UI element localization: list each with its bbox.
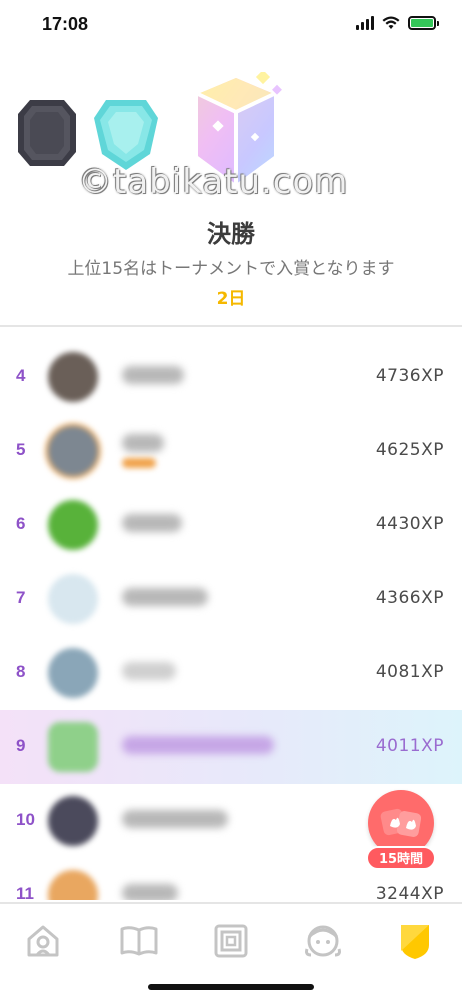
ranking-row[interactable]: 4 4736XP <box>0 340 462 414</box>
obsidian-league-badge-icon <box>18 100 76 166</box>
rank-number: 11 <box>16 884 34 900</box>
rank-number: 4 <box>16 366 26 385</box>
watermark-text: ©tabikatu.com <box>78 162 349 202</box>
user-avatar[interactable] <box>48 870 98 900</box>
ranking-row[interactable]: 8 4081XP <box>0 636 462 710</box>
nav-item-stories[interactable] <box>208 918 254 964</box>
user-streak-blurred <box>122 458 156 468</box>
league-title: 決勝 <box>207 220 255 248</box>
user-avatar[interactable] <box>48 574 98 624</box>
character-icon <box>305 925 341 957</box>
user-xp: 4011XP <box>375 736 444 756</box>
stories-icon <box>214 924 248 958</box>
user-xp: 4736XP <box>375 366 444 386</box>
nav-item-leagues[interactable] <box>392 918 438 964</box>
user-name-blurred <box>122 366 184 384</box>
home-indicator <box>148 984 314 990</box>
status-bar: 17:08 <box>0 0 462 50</box>
rank-number: 9 <box>16 736 26 755</box>
league-header: ©tabikatu.com 決勝 上位15名はトーナメントで入賞となります 2日 <box>0 50 462 326</box>
user-avatar[interactable] <box>48 796 98 846</box>
user-avatar[interactable] <box>48 648 98 698</box>
ranking-row[interactable]: 6 4430XP <box>0 488 462 562</box>
home-icon <box>27 925 59 957</box>
rank-number: 6 <box>16 514 26 533</box>
user-xp: 4625XP <box>375 440 444 460</box>
user-xp: 4430XP <box>375 514 444 534</box>
user-avatar[interactable] <box>48 500 98 550</box>
chest-timer-button[interactable]: 15時間 <box>366 790 436 880</box>
league-shield-icon <box>401 925 429 959</box>
rank-number: 5 <box>16 440 26 459</box>
user-name-blurred <box>122 884 178 900</box>
rank-number: 7 <box>16 588 26 607</box>
user-name-blurred <box>122 810 228 828</box>
header-divider <box>0 325 462 327</box>
nav-item-lessons[interactable] <box>116 918 162 964</box>
user-name-blurred <box>122 736 274 754</box>
ranking-row[interactable]: 5 4625XP <box>0 414 462 488</box>
user-xp: 4366XP <box>375 588 444 608</box>
book-icon <box>120 926 158 956</box>
user-name-blurred <box>122 514 182 532</box>
user-name-blurred <box>122 588 208 606</box>
user-xp: 4081XP <box>375 662 444 682</box>
timer-label: 15時間 <box>366 846 436 870</box>
ranking-row[interactable]: 7 4366XP <box>0 562 462 636</box>
status-time: 17:08 <box>42 14 89 34</box>
user-avatar[interactable] <box>48 722 98 772</box>
status-icons <box>356 16 439 30</box>
user-name-blurred <box>122 434 164 452</box>
user-name-blurred <box>122 662 176 680</box>
nav-item-profile[interactable] <box>300 918 346 964</box>
user-avatar[interactable] <box>48 352 98 402</box>
user-xp: 3244XP <box>375 884 444 900</box>
league-days-left: 2日 <box>216 289 246 309</box>
battery-icon <box>408 16 439 30</box>
league-subtitle: 上位15名はトーナメントで入賞となります <box>67 259 395 279</box>
signal-icon <box>356 16 374 30</box>
rank-number: 10 <box>16 810 35 829</box>
user-avatar[interactable] <box>48 426 98 476</box>
ranking-row-current-user[interactable]: 9 4011XP <box>0 710 462 784</box>
nav-item-home[interactable] <box>20 918 66 964</box>
wifi-icon <box>382 16 400 29</box>
rank-number: 8 <box>16 662 26 681</box>
diamond-league-badge-icon <box>94 100 158 170</box>
